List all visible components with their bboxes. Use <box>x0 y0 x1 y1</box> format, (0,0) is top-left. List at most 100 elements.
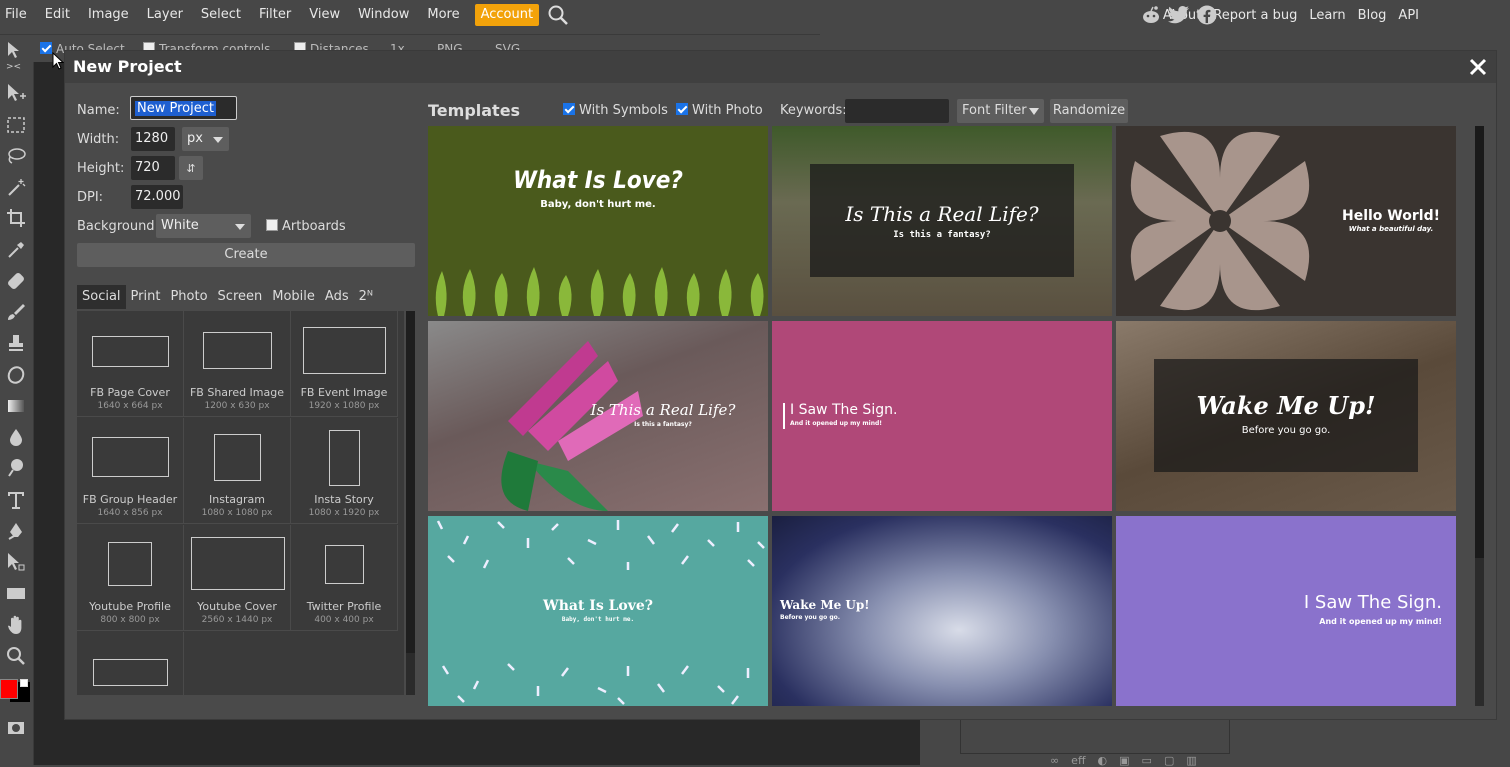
preset-fb-shared-image[interactable]: FB Shared Image 1200 x 630 px <box>184 311 291 417</box>
swap-dimensions-icon[interactable]: ⇵ <box>179 156 203 180</box>
chevron-down-icon <box>235 224 245 230</box>
scrollbar-thumb[interactable] <box>406 311 415 653</box>
artboards-option[interactable]: Artboards <box>266 219 346 234</box>
template-card[interactable]: I Saw The Sign. And it opened up my mind… <box>1116 516 1456 706</box>
hand-tool-icon[interactable] <box>3 612 29 638</box>
randomize-button[interactable]: Randomize <box>1050 99 1128 123</box>
tab-photo[interactable]: Photo <box>165 285 212 309</box>
preset-fb-page-cover[interactable]: FB Page Cover 1640 x 664 px <box>77 311 184 417</box>
dpi-input[interactable]: 72.000 <box>131 185 183 209</box>
blur-tool-icon[interactable] <box>3 424 29 450</box>
trash-icon[interactable]: ▥ <box>1186 754 1196 767</box>
menu-report-bug[interactable]: Report a bug <box>1207 8 1303 23</box>
menu-view[interactable]: View <box>300 0 349 30</box>
menu-blog[interactable]: Blog <box>1352 8 1393 23</box>
tab-social[interactable]: Social <box>77 285 126 309</box>
scrollbar-thumb[interactable] <box>1475 126 1484 558</box>
with-symbols-checkbox[interactable] <box>563 103 575 115</box>
menu-layer[interactable]: Layer <box>138 0 192 30</box>
menu-edit[interactable]: Edit <box>36 0 79 30</box>
mask-icon[interactable]: ▣ <box>1119 754 1129 767</box>
height-input[interactable]: 720 <box>131 156 175 180</box>
quick-mask-icon[interactable] <box>3 715 29 741</box>
magic-wand-icon[interactable] <box>3 174 29 200</box>
preset-youtube-profile[interactable]: Youtube Profile 800 x 800 px <box>77 525 184 631</box>
gradient-tool-icon[interactable] <box>3 393 29 419</box>
dodge-tool-icon[interactable] <box>3 455 29 481</box>
menu-select[interactable]: Select <box>192 0 250 30</box>
lasso-tool-icon[interactable] <box>3 143 29 169</box>
menu-api[interactable]: API <box>1392 8 1425 23</box>
preset-youtube-cover[interactable]: Youtube Cover 2560 x 1440 px <box>184 525 291 631</box>
tab-power-of-two[interactable]: 2ᴺ <box>354 285 378 309</box>
font-filter-select[interactable]: Font Filter <box>957 99 1044 123</box>
preset-instagram[interactable]: Instagram 1080 x 1080 px <box>184 418 291 524</box>
preset-fb-event-image[interactable]: FB Event Image 1920 x 1080 px <box>291 311 398 417</box>
effects-icon[interactable]: eff <box>1071 754 1085 767</box>
name-input[interactable]: New Project <box>130 96 237 120</box>
collapse-toggle-icon[interactable]: >< <box>6 62 21 72</box>
keywords-input[interactable] <box>845 99 949 123</box>
link-layers-icon[interactable]: ∞ <box>1050 754 1059 767</box>
template-card[interactable]: Wake Me Up! Before you go go. <box>1116 321 1456 511</box>
new-layer-icon[interactable]: ▢ <box>1164 754 1174 767</box>
twitter-icon[interactable] <box>1168 5 1190 25</box>
eyedropper-icon[interactable] <box>3 237 29 263</box>
preset-partial[interactable] <box>77 632 184 695</box>
template-card[interactable]: Hello World! What a beautiful day. <box>1116 126 1456 316</box>
account-button[interactable]: Account <box>474 4 540 26</box>
background-select[interactable]: White <box>156 214 251 238</box>
shape-tool-icon[interactable] <box>3 580 29 606</box>
move-tool-icon[interactable] <box>3 80 29 106</box>
move-tool-icon <box>8 42 19 58</box>
foreground-color-swatch[interactable] <box>0 679 18 699</box>
tab-ads[interactable]: Ads <box>320 285 354 309</box>
preset-scrollbar[interactable] <box>406 311 415 695</box>
artboards-checkbox[interactable] <box>266 219 278 231</box>
stamp-tool-icon[interactable] <box>3 330 29 356</box>
tab-mobile[interactable]: Mobile <box>267 285 320 309</box>
marquee-tool-icon[interactable] <box>3 112 29 138</box>
healing-brush-icon[interactable] <box>3 268 29 294</box>
template-card[interactable]: What Is Love? Baby, don't hurt me. <box>428 516 768 706</box>
facebook-icon[interactable] <box>1197 5 1217 25</box>
template-card[interactable]: I Saw The Sign. And it opened up my mind… <box>772 321 1112 511</box>
tab-print[interactable]: Print <box>126 285 166 309</box>
reddit-icon[interactable] <box>1141 5 1161 25</box>
template-card[interactable]: Is This a Real Life? Is this a fantasy? <box>428 321 768 511</box>
with-symbols-option[interactable]: With Symbols <box>563 103 668 118</box>
zoom-tool-icon[interactable] <box>3 643 29 669</box>
menu-more[interactable]: More <box>418 0 468 30</box>
adjustment-icon[interactable]: ◐ <box>1098 754 1108 767</box>
menu-learn[interactable]: Learn <box>1303 8 1351 23</box>
width-input[interactable]: 1280 <box>131 127 175 151</box>
folder-icon[interactable]: ▭ <box>1142 754 1152 767</box>
auto-select-checkbox[interactable] <box>40 42 52 54</box>
text-tool-icon[interactable] <box>3 487 29 513</box>
menu-filter[interactable]: Filter <box>250 0 300 30</box>
unit-select[interactable]: px <box>182 127 229 151</box>
create-button[interactable]: Create <box>77 243 415 267</box>
templates-scrollbar[interactable] <box>1475 126 1484 706</box>
with-photo-checkbox[interactable] <box>676 103 688 115</box>
template-card[interactable]: Wake Me Up! Before you go go. <box>772 516 1112 706</box>
eraser-tool-icon[interactable] <box>3 362 29 388</box>
pen-tool-icon[interactable] <box>3 518 29 544</box>
menu-image[interactable]: Image <box>79 0 138 30</box>
search-icon[interactable] <box>547 4 569 26</box>
reset-colors-icon[interactable] <box>20 679 28 687</box>
with-photo-option[interactable]: With Photo <box>676 103 763 118</box>
path-select-icon[interactable] <box>3 549 29 575</box>
crop-tool-icon[interactable] <box>3 205 29 231</box>
menu-window[interactable]: Window <box>349 0 418 30</box>
close-button[interactable] <box>1464 53 1492 81</box>
template-card[interactable]: Is This a Real Life? Is this a fantasy? <box>772 126 1112 316</box>
menu-file[interactable]: File <box>0 0 36 30</box>
preset-fb-group-header[interactable]: FB Group Header 1640 x 856 px <box>77 418 184 524</box>
preset-twitter-profile[interactable]: Twitter Profile 400 x 400 px <box>291 525 398 631</box>
preset-insta-story[interactable]: Insta Story 1080 x 1920 px <box>291 418 398 524</box>
template-card[interactable]: What Is Love? Baby, don't hurt me. <box>428 126 768 316</box>
preset-size: 800 x 800 px <box>100 615 160 625</box>
brush-tool-icon[interactable] <box>3 299 29 325</box>
tab-screen[interactable]: Screen <box>213 285 268 309</box>
